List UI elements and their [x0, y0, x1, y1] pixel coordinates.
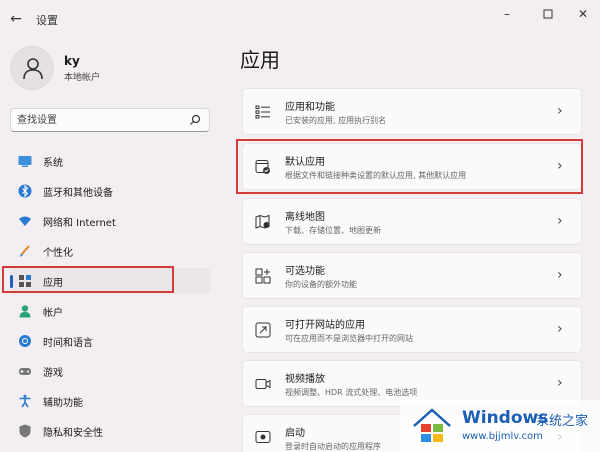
sidebar-item-label: 蓝牙和其他设备	[43, 188, 113, 199]
watermark: Windows 系统之家 www.bjjmlv.com	[400, 400, 600, 452]
sidebar-item-network[interactable]: 网络和 Internet	[10, 208, 210, 234]
bluetooth-icon	[18, 184, 32, 198]
monitor-icon	[18, 156, 32, 167]
card-title: 离线地图	[285, 212, 325, 223]
chevron-right-icon: ›	[557, 321, 563, 337]
wifi-icon	[19, 216, 31, 226]
maximize-icon[interactable]	[535, 6, 561, 22]
sidebar-item-system[interactable]: 系统	[10, 148, 210, 174]
map-icon	[255, 214, 270, 229]
page-title: 应用	[240, 48, 280, 72]
highlight-box	[236, 139, 583, 194]
video-icon	[255, 379, 271, 389]
chevron-right-icon: ›	[557, 267, 563, 283]
card-subtitle: 视频调整、HDR 流式处理、电池选项	[285, 388, 418, 397]
sidebar-item-label: 时间和语言	[43, 338, 93, 349]
sidebar-item-label: 个性化	[43, 248, 73, 259]
sidebar-item-gaming[interactable]: 游戏	[10, 358, 210, 384]
watermark-url: www.bjjmlv.com	[462, 431, 543, 442]
accessibility-icon	[19, 394, 31, 408]
sidebar-item-label: 辅助功能	[43, 398, 83, 409]
sidebar-item-label: 隐私和安全性	[43, 428, 103, 439]
startup-icon	[255, 431, 271, 443]
shield-icon	[19, 424, 31, 438]
watermark-text: 系统之家	[536, 414, 589, 429]
back-arrow-icon[interactable]: ←	[8, 11, 24, 27]
search-icon[interactable]	[189, 114, 201, 126]
highlight-box	[2, 266, 174, 293]
person-icon	[19, 305, 31, 318]
close-icon[interactable]: ✕	[570, 6, 596, 22]
card-subtitle: 可在应用而不是浏览器中打开的网站	[285, 334, 413, 343]
card-title: 可打开网站的应用	[285, 320, 365, 331]
list-icon	[255, 105, 270, 119]
card-subtitle: 下载、存储位置、地图更新	[285, 226, 381, 235]
sidebar-item-accounts[interactable]: 帐户	[10, 298, 210, 324]
card-apps-and-features[interactable]: 应用和功能 已安装的应用, 应用执行别名 ›	[242, 88, 582, 135]
card-optional-features[interactable]: 可选功能 你的设备的额外功能 ›	[242, 252, 582, 299]
card-subtitle: 已安装的应用, 应用执行别名	[285, 116, 387, 125]
card-subtitle: 你的设备的额外功能	[285, 280, 357, 289]
card-title: 视频播放	[285, 374, 325, 385]
sidebar-item-time-language[interactable]: 时间和语言	[10, 328, 210, 354]
user-name: ky	[64, 54, 80, 68]
sidebar-item-label: 网络和 Internet	[43, 218, 116, 229]
sidebar-item-label: 游戏	[43, 368, 63, 379]
chevron-right-icon: ›	[557, 375, 563, 391]
card-title: 启动	[285, 428, 305, 439]
sidebar-item-label: 系统	[43, 158, 63, 169]
optional-features-icon	[255, 268, 271, 284]
card-title: 应用和功能	[285, 102, 335, 113]
sidebar-item-privacy[interactable]: 隐私和安全性	[10, 418, 210, 444]
open-link-icon	[255, 322, 271, 338]
card-title: 可选功能	[285, 266, 325, 277]
card-apps-for-websites[interactable]: 可打开网站的应用 可在应用而不是浏览器中打开的网站 ›	[242, 306, 582, 353]
avatar	[10, 46, 54, 90]
windows-logo-icon	[413, 408, 451, 442]
minimize-icon[interactable]: –	[494, 6, 520, 22]
search-input[interactable]	[17, 112, 177, 128]
card-offline-maps[interactable]: 离线地图 下载、存储位置、地图更新 ›	[242, 198, 582, 245]
globe-clock-icon	[19, 335, 31, 347]
app-title: 设置	[36, 14, 58, 27]
search-box[interactable]	[10, 108, 210, 132]
sidebar-item-label: 帐户	[43, 308, 63, 319]
account-type: 本地帐户	[64, 73, 101, 83]
brush-icon	[20, 245, 30, 257]
sidebar-item-bluetooth[interactable]: 蓝牙和其他设备	[10, 178, 210, 204]
title-bar: ← 设置 – ✕	[0, 0, 600, 36]
sidebar-item-accessibility[interactable]: 辅助功能	[10, 388, 210, 414]
person-icon	[23, 58, 43, 80]
chevron-right-icon: ›	[557, 213, 563, 229]
card-subtitle: 登录时自动启动的应用程序	[285, 442, 381, 451]
gamepad-icon	[19, 368, 31, 375]
sidebar-item-personalization[interactable]: 个性化	[10, 238, 210, 264]
chevron-right-icon: ›	[557, 103, 563, 119]
